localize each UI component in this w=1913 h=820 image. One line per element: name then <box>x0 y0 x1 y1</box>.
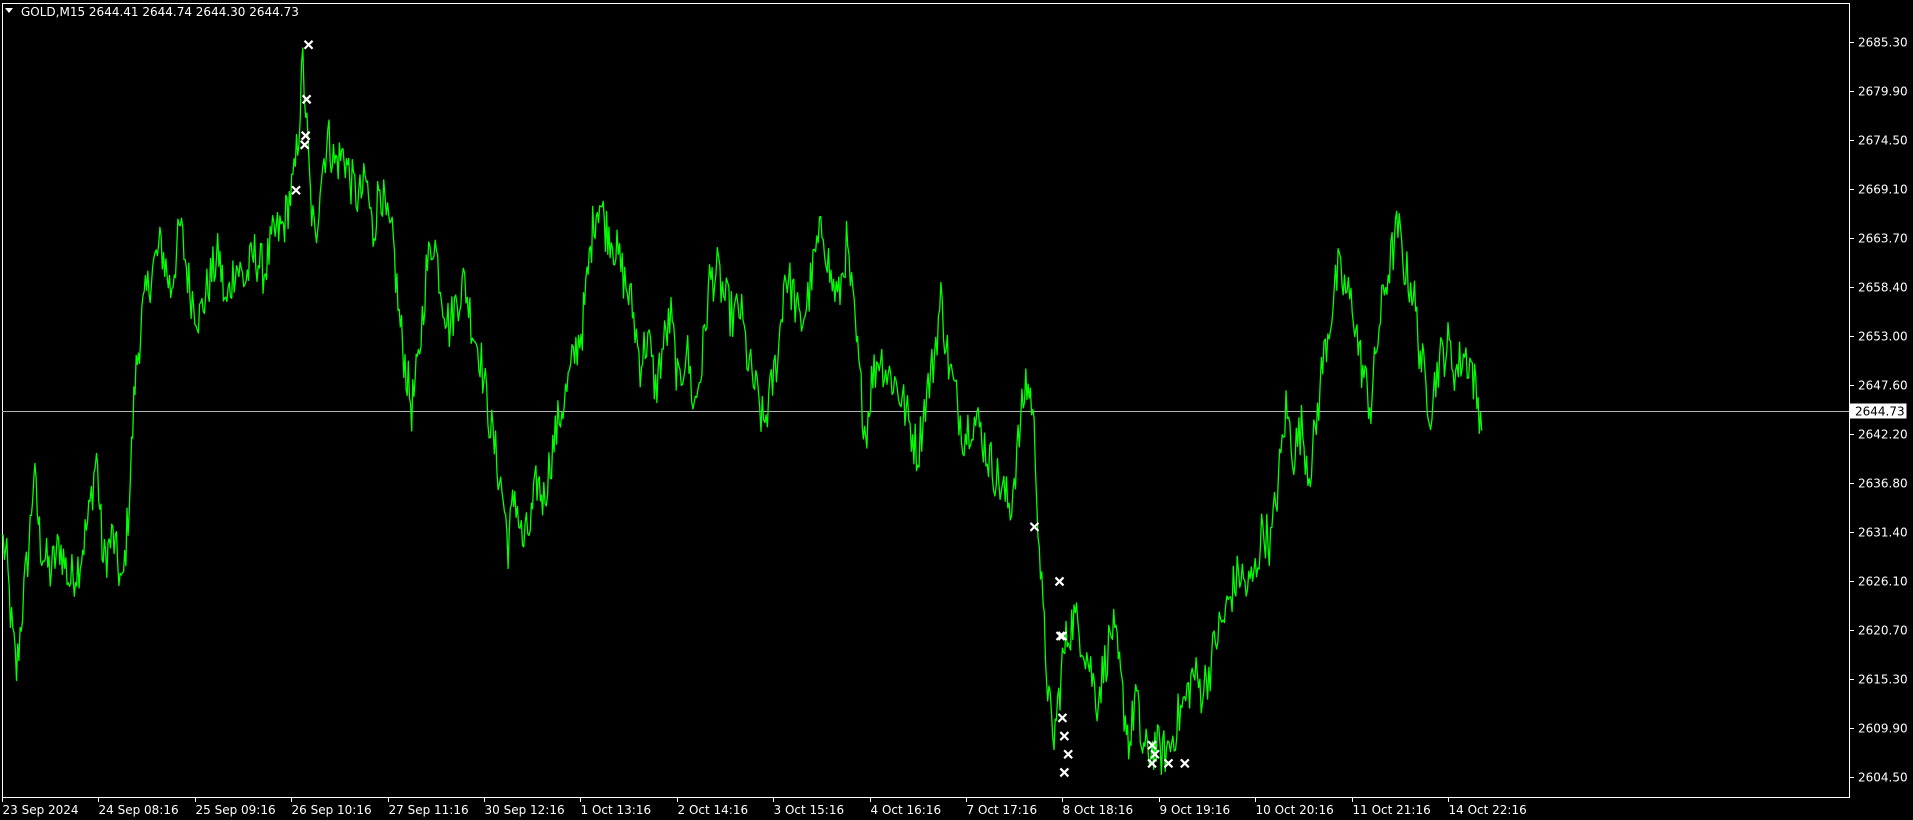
y-tick-label: 2679.90 <box>1858 85 1908 99</box>
y-tick-label: 2642.20 <box>1858 428 1908 442</box>
y-tick-label: 2674.50 <box>1858 134 1908 148</box>
x-tick-label: 8 Oct 18:16 <box>1063 803 1134 817</box>
x-tick-label: 26 Sep 10:16 <box>292 803 372 817</box>
y-tick-label: 2636.80 <box>1858 477 1908 491</box>
current-price-tag: 2644.73 <box>1849 403 1907 419</box>
x-tick-label: 7 Oct 17:16 <box>967 803 1038 817</box>
y-tick-label: 2620.70 <box>1858 624 1908 638</box>
y-tick-label: 2626.10 <box>1858 575 1908 589</box>
y-tick-label: 2609.90 <box>1858 722 1908 736</box>
y-tick-label: 2615.30 <box>1858 673 1908 687</box>
x-tick-label: 25 Sep 09:16 <box>196 803 276 817</box>
y-tick-label: 2669.10 <box>1858 183 1908 197</box>
chart-header-text: GOLD,M15 2644.41 2644.74 2644.30 2644.73 <box>21 5 299 19</box>
x-tick-label: 9 Oct 19:16 <box>1160 803 1231 817</box>
x-tick-label: 23 Sep 2024 <box>3 803 79 817</box>
y-tick-label: 2685.30 <box>1858 36 1908 50</box>
y-tick-label: 2653.00 <box>1858 330 1908 344</box>
y-tick-label: 2631.40 <box>1858 526 1908 540</box>
x-tick-label: 1 Oct 13:16 <box>581 803 652 817</box>
price-chart[interactable]: 2685.30 2679.90 2674.50 2669.10 2663.70 2658.… <box>0 0 1913 820</box>
x-tick-label: 14 Oct 22:16 <box>1449 803 1527 817</box>
chart-window: 2685.30 2679.90 2674.50 2669.10 2663.70 2658.… <box>0 0 1913 820</box>
y-tick-label: 2658.40 <box>1858 281 1908 295</box>
x-tick-label: 4 Oct 16:16 <box>871 803 942 817</box>
chart-header: GOLD,M15 2644.41 2644.74 2644.30 2644.73 <box>5 5 299 19</box>
x-tick-label: 24 Sep 08:16 <box>99 803 179 817</box>
x-tick-label: 2 Oct 14:16 <box>678 803 749 817</box>
x-tick-label: 30 Sep 12:16 <box>485 803 565 817</box>
x-tick-label: 3 Oct 15:16 <box>774 803 845 817</box>
x-tick-label: 11 Oct 21:16 <box>1353 803 1431 817</box>
y-tick-label: 2663.70 <box>1858 232 1908 246</box>
y-tick-label: 2647.60 <box>1858 379 1908 393</box>
chart-background <box>0 0 1913 820</box>
x-tick-label: 10 Oct 20:16 <box>1256 803 1334 817</box>
current-price-label: 2644.73 <box>1855 405 1905 419</box>
y-tick-label: 2604.50 <box>1858 771 1908 785</box>
x-tick-label: 27 Sep 11:16 <box>389 803 469 817</box>
